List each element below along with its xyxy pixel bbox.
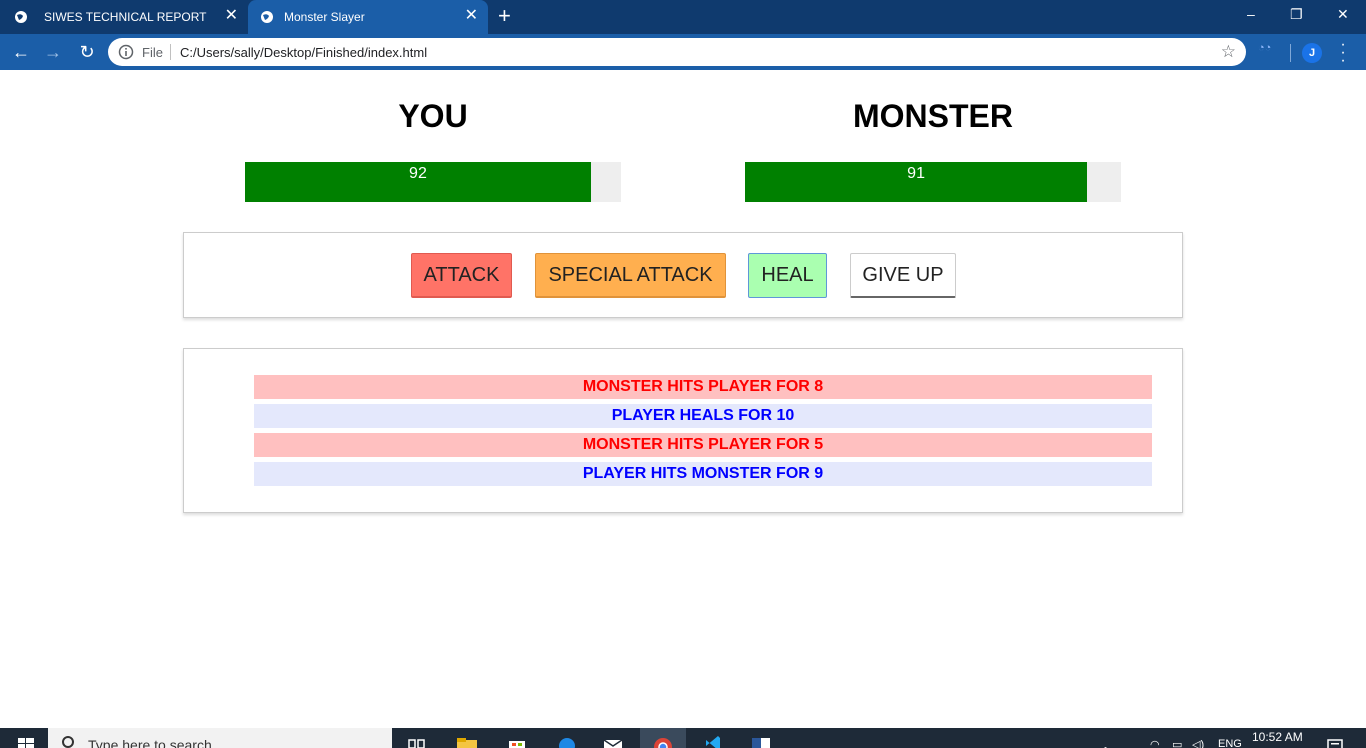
clock-time[interactable]: 10:52 AM bbox=[1252, 730, 1303, 744]
monster-health-bar: 91 bbox=[745, 162, 1121, 202]
player-health-fill: 92 bbox=[245, 162, 591, 202]
player-section: YOU 92 bbox=[245, 96, 621, 202]
player-title: YOU bbox=[398, 98, 468, 134]
battle-log: MONSTER HITS PLAYER FOR 8 PLAYER HEALS F… bbox=[183, 348, 1183, 513]
player-health-bar: 92 bbox=[245, 162, 621, 202]
back-arrow-icon[interactable]: ← bbox=[10, 41, 32, 63]
network-icon[interactable]: ◠ bbox=[1150, 738, 1160, 748]
windows-taskbar: Type here to search ︿ ◠ ▭ ◁) ENG 10:52 A… bbox=[0, 728, 1366, 748]
log-entry: MONSTER HITS PLAYER FOR 5 bbox=[254, 433, 1152, 457]
word-icon[interactable] bbox=[750, 736, 772, 748]
address-bar[interactable]: File C:/Users/sally/Desktop/Finished/ind… bbox=[108, 38, 1246, 66]
search-icon bbox=[62, 736, 74, 748]
log-entry: MONSTER HITS PLAYER FOR 8 bbox=[254, 375, 1152, 399]
url-text[interactable]: C:/Users/sally/Desktop/Finished/index.ht… bbox=[180, 45, 427, 60]
windows-start-icon[interactable] bbox=[18, 738, 34, 748]
monster-title: MONSTER bbox=[853, 98, 1013, 134]
monster-health-fill: 91 bbox=[745, 162, 1088, 202]
reload-icon[interactable]: ↻ bbox=[76, 41, 98, 63]
forward-arrow-icon[interactable]: → bbox=[42, 41, 64, 63]
task-view-icon[interactable] bbox=[406, 736, 428, 748]
toolbar-divider bbox=[1290, 44, 1291, 62]
browser-toolbar: ← → ↻ File C:/Users/sally/Desktop/Finish… bbox=[0, 34, 1366, 70]
globe-icon bbox=[15, 11, 27, 23]
tab-title: Monster Slayer bbox=[284, 10, 365, 24]
edge-icon[interactable] bbox=[556, 736, 578, 748]
minimize-button[interactable]: – bbox=[1247, 6, 1255, 22]
monster-section: MONSTER 91 bbox=[745, 96, 1121, 202]
special-attack-button[interactable]: SPECIAL ATTACK bbox=[535, 253, 726, 298]
chrome-icon[interactable] bbox=[652, 736, 674, 748]
controls-panel: ATTACK SPECIAL ATTACK HEAL GIVE UP bbox=[183, 232, 1183, 318]
log-entry: PLAYER HEALS FOR 10 bbox=[254, 404, 1152, 428]
heal-button[interactable]: HEAL bbox=[748, 253, 827, 298]
tray-chevron-icon[interactable]: ︿ bbox=[1100, 738, 1111, 748]
give-up-button[interactable]: GIVE UP bbox=[850, 253, 956, 298]
browser-menu-icon[interactable]: · · · bbox=[1338, 37, 1348, 69]
store-icon[interactable] bbox=[506, 736, 528, 748]
vscode-icon[interactable] bbox=[702, 736, 724, 748]
browser-tab-siwes[interactable]: SIWES TECHNICAL REPORT ✕ bbox=[0, 0, 248, 34]
address-divider bbox=[170, 44, 171, 60]
log-entry: PLAYER HITS MONSTER FOR 9 bbox=[254, 462, 1152, 486]
close-window-button[interactable]: ✕ bbox=[1337, 6, 1349, 23]
volume-icon[interactable]: ◁) bbox=[1192, 738, 1204, 748]
extension-icon[interactable]: ◔◔ bbox=[1258, 42, 1271, 54]
mail-icon[interactable] bbox=[602, 736, 624, 748]
attack-button[interactable]: ATTACK bbox=[411, 253, 512, 298]
tab-close-icon[interactable]: ✕ bbox=[465, 8, 478, 24]
file-explorer-icon[interactable] bbox=[456, 736, 478, 748]
browser-tab-monster-slayer[interactable]: Monster Slayer ✕ bbox=[248, 0, 488, 34]
tab-title: SIWES TECHNICAL REPORT bbox=[44, 10, 207, 24]
info-icon[interactable] bbox=[118, 44, 134, 60]
language-indicator[interactable]: ENG bbox=[1218, 738, 1242, 748]
battery-icon[interactable]: ▭ bbox=[1172, 738, 1182, 748]
restore-button[interactable]: ❐ bbox=[1290, 6, 1303, 23]
bookmark-star-icon[interactable]: ☆ bbox=[1221, 42, 1236, 62]
search-input[interactable]: Type here to search bbox=[88, 737, 212, 748]
profile-avatar[interactable]: J bbox=[1302, 43, 1322, 63]
taskbar-search[interactable]: Type here to search bbox=[48, 728, 392, 748]
tab-close-icon[interactable]: ✕ bbox=[225, 8, 238, 24]
new-tab-button[interactable]: + bbox=[498, 5, 511, 27]
scheme-label: File bbox=[142, 45, 163, 60]
globe-icon bbox=[261, 11, 273, 23]
browser-tab-bar: SIWES TECHNICAL REPORT ✕ Monster Slayer … bbox=[0, 0, 1366, 34]
notifications-icon[interactable] bbox=[1324, 736, 1346, 748]
